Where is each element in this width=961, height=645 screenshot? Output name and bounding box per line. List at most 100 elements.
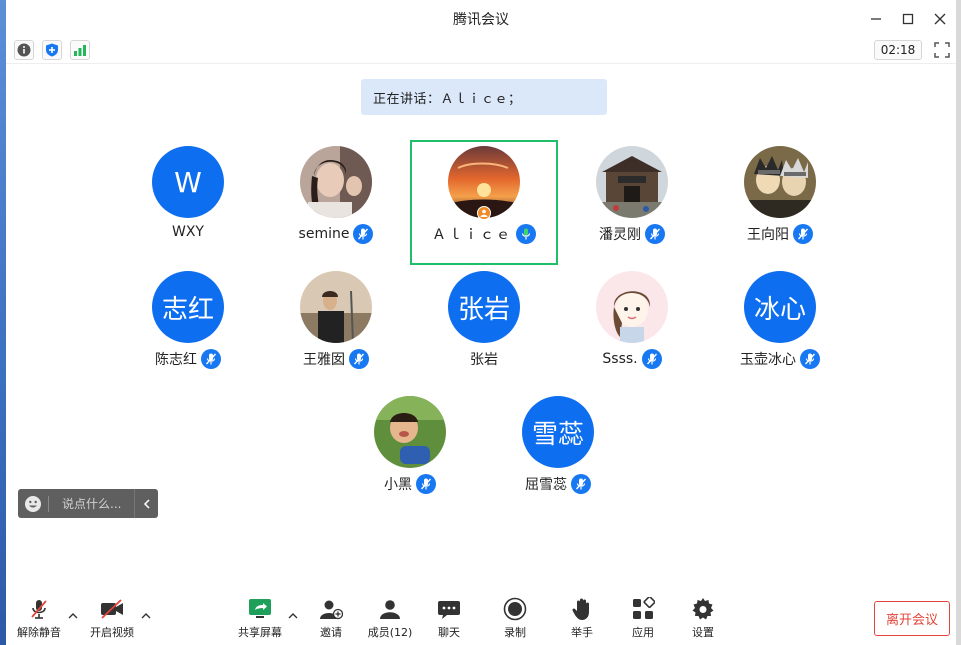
maximize-button[interactable] [892,8,924,30]
avatar: W [152,146,224,218]
avatar [596,271,668,343]
participant-name-row: semine [261,224,411,244]
desktop-edge-right [956,0,961,645]
participant-tile[interactable]: 小黑 [335,390,485,514]
participant-tile[interactable]: 雪蕊 屈雪蕊 [483,390,633,514]
emoji-button[interactable] [18,495,48,513]
participant-name-row: 玉壶冰心 [705,349,855,369]
chat-input[interactable]: 说点什么... [49,495,134,512]
participant-name-row: 潘灵刚 [557,224,707,244]
meeting-toolbar: 解除静音 开启视频 共享屏幕 邀请 成员(12) 聊天 录制 举手 应用 设置 … [6,590,956,645]
share-screen-label: 共享屏幕 [238,626,282,639]
collapse-chat-button[interactable] [134,489,158,518]
share-screen-button[interactable]: 共享屏幕 [232,596,288,642]
participant-name: 潘灵刚 [599,227,641,243]
signal-bars-icon [74,45,86,56]
microphone-muted-icon [353,224,374,244]
participant-name: 张岩 [470,352,498,368]
members-button[interactable]: 成员(12) [362,596,418,642]
video-options-button[interactable] [140,610,152,622]
add-user-icon [320,600,343,620]
apps-button[interactable]: 应用 [615,596,671,642]
host-badge-icon [477,206,491,220]
participant-tile[interactable]: 王雅囡 [261,265,411,389]
microphone-muted-icon [201,349,221,369]
avatar [300,271,372,343]
chat-label: 聊天 [438,626,460,639]
minimize-icon [871,18,881,20]
members-label: 成员(12) [367,626,413,639]
participant-tile[interactable]: 张岩 张岩 [409,265,559,389]
participant-name: semine [298,226,350,242]
chevron-left-icon [143,498,150,509]
audio-options-button[interactable] [67,610,79,622]
unmute-label: 解除静音 [17,626,61,639]
avatar: 张岩 [448,271,520,343]
participant-name-row: Ssss. [557,349,707,369]
participant-name-row: 屈雪蕊 [483,474,633,494]
window-title: 腾讯会议 [453,12,509,28]
maximize-icon [902,13,914,25]
participant-name-row: 小黑 [335,474,485,494]
participant-name: 屈雪蕊 [525,477,567,493]
chevron-up-icon [68,613,78,619]
participant-name-row: 张岩 [409,349,559,369]
avatar-photo [300,271,372,343]
microphone-muted-icon [571,474,591,494]
settings-button[interactable]: 设置 [675,596,731,642]
participant-tile[interactable]: 王向阳 [705,140,855,264]
quick-chat-box[interactable]: 说点什么... [18,489,158,518]
start-video-label: 开启视频 [90,626,134,639]
meeting-info-button[interactable] [14,40,34,60]
record-label: 录制 [504,626,526,639]
record-button[interactable]: 录制 [487,596,543,642]
avatar-photo [596,271,668,343]
avatar: 雪蕊 [522,396,594,468]
microphone-active-icon [516,224,536,244]
raise-hand-label: 举手 [571,626,593,639]
participant-tile[interactable]: 潘灵刚 [557,140,707,264]
participant-name-row: WXY [113,224,263,240]
gear-icon [692,598,714,620]
participant-name: 王雅囡 [303,352,345,368]
avatar-photo [744,146,816,218]
users-icon [380,600,400,619]
share-options-button[interactable] [287,610,299,622]
participant-name-row: 陈志红 [113,349,263,369]
apps-grid-icon [633,597,655,619]
raise-hand-button[interactable]: 举手 [554,596,610,642]
smiley-icon [25,495,41,512]
participant-name: Ａｌｉｃｅ [432,227,512,243]
participant-tile-active[interactable]: Ａｌｉｃｅ [409,140,559,264]
active-speaker-banner: 正在讲话：Ａｌｉｃｅ； [361,79,607,115]
avatar-photo [596,146,668,218]
share-screen-icon [249,599,271,618]
avatar [300,146,372,218]
microphone-muted-icon [793,224,813,244]
participant-name: WXY [172,224,204,240]
meeting-timer: 02:18 [874,40,922,60]
participant-tile[interactable]: Ssss. [557,265,707,389]
participant-tile[interactable]: 志红 陈志红 [113,265,263,389]
unmute-button[interactable]: 解除静音 [11,596,67,642]
participant-tile[interactable]: 冰心 玉壶冰心 [705,265,855,389]
close-button[interactable] [924,8,956,30]
window-controls [860,8,956,30]
chat-button[interactable]: 聊天 [421,596,477,642]
participant-tile[interactable]: semine [261,140,411,264]
shield-icon [46,43,58,57]
participant-name: 玉壶冰心 [740,352,796,368]
start-video-button[interactable]: 开启视频 [84,596,140,642]
invite-button[interactable]: 邀请 [303,596,359,642]
record-icon [503,597,527,621]
minimize-button[interactable] [860,8,892,30]
participant-name: Ssss. [602,351,638,367]
microphone-muted-icon [349,349,369,369]
leave-meeting-button[interactable]: 离开会议 [874,601,950,636]
network-status-button[interactable] [70,40,90,60]
participant-name: 小黑 [384,477,412,493]
fullscreen-button[interactable] [932,40,952,60]
participant-tile[interactable]: W WXY [113,140,263,264]
microphone-muted-icon [800,349,820,369]
security-button[interactable] [42,40,62,60]
